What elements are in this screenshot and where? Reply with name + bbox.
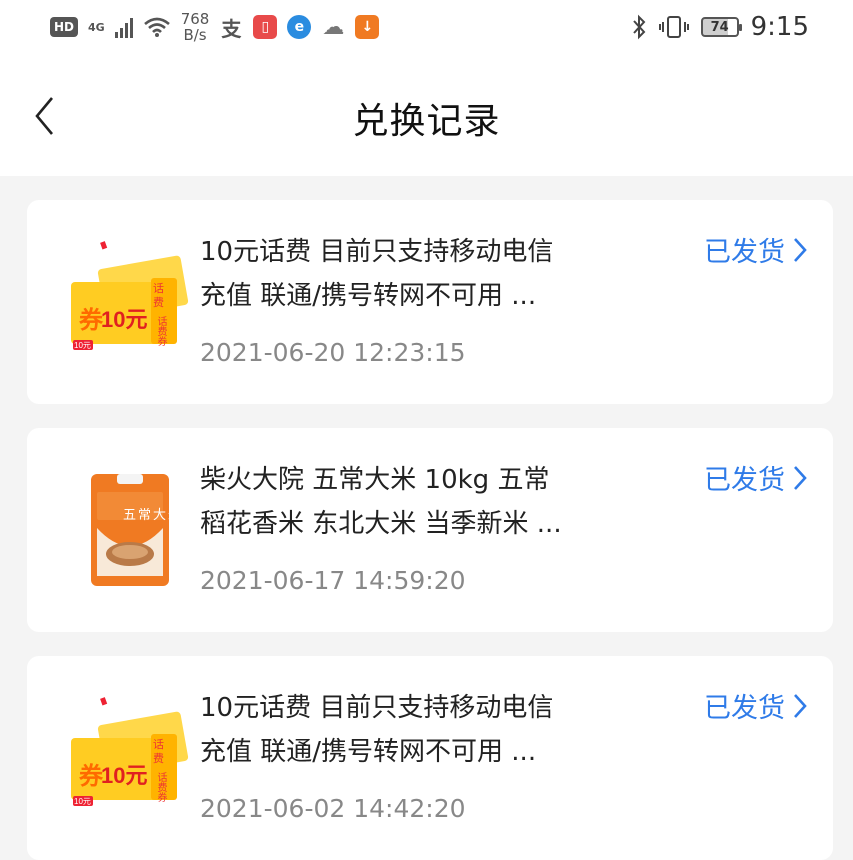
status-label: 已发货	[704, 465, 785, 496]
status-left: HD 4G 768 B/s 支 ▯ e ☁ ↓	[50, 10, 380, 44]
browser-app-icon: e	[287, 15, 312, 39]
item-title: 10元话费 目前只支持移动电信 充值 联通/携号转网不可用 ...	[200, 230, 650, 318]
download-icon: ↓	[355, 15, 380, 39]
item-title-line1: 10元话费 目前只支持移动电信	[200, 693, 554, 723]
nav-bar: 兑换记录	[0, 54, 853, 176]
coupon-amount: 10元	[101, 763, 148, 788]
alipay-icon: 支	[219, 15, 244, 41]
item-title: 柴火大院 五常大米 10kg 五常 稻花香米 东北大米 当季新米 ...	[200, 458, 650, 546]
bluetooth-icon	[632, 14, 645, 40]
signal-icon	[114, 16, 133, 38]
status-label: 已发货	[704, 693, 785, 724]
chevron-right-icon	[794, 465, 807, 490]
shipped-status-link[interactable]: 已发货	[704, 230, 807, 269]
speed-unit: B/s	[183, 26, 207, 44]
chevron-right-icon	[794, 693, 807, 718]
clock: 9:15	[750, 12, 809, 42]
item-date: 2021-06-02 14:42:20	[200, 794, 466, 823]
item-title-line2: 稻花香米 东北大米 当季新米 ...	[200, 509, 562, 539]
wifi-icon	[143, 17, 170, 37]
svg-text:话: 话	[153, 738, 164, 751]
item-title-line2: 充值 联通/携号转网不可用 ...	[200, 281, 537, 311]
hd-badge: HD	[50, 17, 79, 37]
shipped-status-link[interactable]: 已发货	[704, 458, 807, 497]
status-right: 74 9:15	[631, 10, 809, 44]
status-label: 已发货	[704, 237, 785, 268]
status-bar: HD 4G 768 B/s 支 ▯ e ☁ ↓ 74 9:15	[0, 0, 853, 54]
battery-level: 74	[710, 19, 729, 35]
book-app-icon: ▯	[253, 15, 278, 39]
chevron-right-icon	[794, 237, 807, 262]
svg-text:话: 话	[153, 282, 164, 295]
page-title: 兑换记录	[352, 101, 501, 142]
coupon-side-label: 话费券	[155, 316, 166, 346]
record-card[interactable]: 券 话 费 10元 话费券 10元 10元话费 目前只支持移动电信 充值 联通/…	[27, 656, 833, 860]
coupon-amount: 10元	[101, 307, 148, 332]
coupon-side-label: 话费券	[155, 772, 166, 802]
svg-text:费: 费	[153, 752, 164, 765]
product-thumbnail: 券 话 费 10元 话费券 10元	[67, 240, 195, 368]
item-date: 2021-06-20 12:23:15	[200, 338, 466, 367]
rice-bag-icon	[91, 474, 169, 586]
rice-label: 五常大米	[123, 507, 184, 522]
coupon-tag: 10元	[74, 341, 91, 350]
record-card[interactable]: 券 话 费 10元 话费券 10元 10元话费 目前只支持移动电信 充值 联通/…	[27, 200, 833, 404]
item-title-line1: 柴火大院 五常大米 10kg 五常	[200, 465, 550, 495]
battery-icon: 74	[700, 17, 742, 37]
item-title-line2: 充值 联通/携号转网不可用 ...	[200, 737, 537, 767]
product-thumbnail: 券 话 费 10元 话费券 10元	[67, 696, 195, 824]
item-title-line1: 10元话费 目前只支持移动电信	[200, 237, 554, 267]
shipped-status-link[interactable]: 已发货	[704, 686, 807, 725]
svg-text:费: 费	[153, 296, 164, 309]
cloud-icon: ☁	[321, 14, 346, 40]
coupon-tag: 10元	[74, 797, 91, 806]
network-type: 4G	[88, 20, 105, 34]
item-date: 2021-06-17 14:59:20	[200, 566, 466, 595]
item-title: 10元话费 目前只支持移动电信 充值 联通/携号转网不可用 ...	[200, 686, 650, 774]
record-card[interactable]: 五常大米 柴火大院 五常大米 10kg 五常 稻花香米 东北大米 当季新米 ..…	[27, 428, 833, 632]
network-speed: 768 B/s	[181, 11, 210, 43]
vibrate-icon	[658, 16, 689, 38]
product-thumbnail: 五常大米	[67, 468, 195, 596]
